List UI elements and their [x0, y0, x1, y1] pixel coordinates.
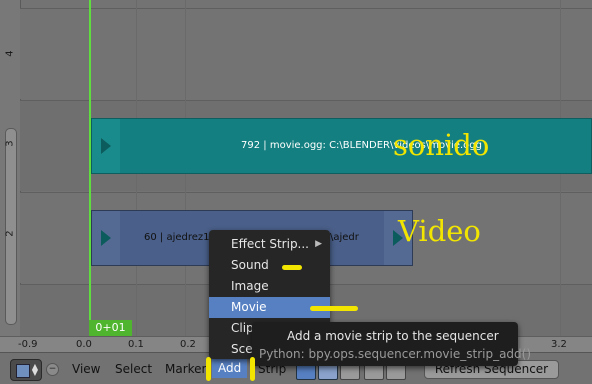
- menu-add[interactable]: Add: [212, 359, 248, 378]
- handwritten-annotation-video: Video: [398, 214, 481, 248]
- movie-strip-left-handle[interactable]: [92, 211, 120, 265]
- highlight-mark-sound: [282, 265, 302, 270]
- highlight-mark-add-right: [250, 357, 255, 381]
- channel-4[interactable]: [20, 8, 592, 99]
- channel-scrollbar[interactable]: 4 3 2: [0, 0, 21, 336]
- strip-handle-arrow-icon: [101, 230, 111, 246]
- tooltip: Add a movie strip to the sequencer Pytho…: [252, 322, 531, 366]
- menu-marker[interactable]: Marker: [165, 362, 206, 376]
- ruler-tick: 0.2: [180, 339, 196, 350]
- ruler-tick: 0.1: [128, 339, 144, 350]
- handwritten-annotation-sonido: sonido: [393, 128, 490, 162]
- add-menu-item-image[interactable]: Image: [209, 276, 330, 297]
- sound-strip-label: 792 | movie.ogg: C:\BLENDER\videos\movie…: [241, 140, 482, 151]
- channel-number-2: 2: [4, 230, 16, 237]
- sound-strip-left-handle[interactable]: [92, 119, 120, 173]
- movie-strip-label: 60 | ajedrez1: [144, 232, 210, 243]
- channel-divider: [20, 100, 592, 101]
- ruler-tick: 3.2: [551, 339, 567, 350]
- channel-divider: [20, 8, 592, 9]
- sequencer-editor-icon: [16, 364, 30, 378]
- editor-type-selector[interactable]: ▲ ▼: [10, 359, 42, 381]
- ruler-tick: 0.0: [76, 339, 92, 350]
- channel-number-3: 3: [4, 140, 16, 147]
- channel-number-4: 4: [4, 50, 16, 57]
- sound-strip[interactable]: 792 | movie.ogg: C:\BLENDER\videos\movie…: [91, 118, 592, 174]
- playhead[interactable]: [89, 0, 91, 336]
- collapse-menu-icon[interactable]: −: [46, 363, 59, 376]
- current-frame-badge[interactable]: 0+01: [89, 320, 132, 336]
- chevron-updown-icon: ▲ ▼: [31, 362, 38, 377]
- ruler-tick: -0.9: [18, 339, 38, 350]
- submenu-arrow-icon: ▶: [315, 239, 322, 249]
- menu-select[interactable]: Select: [115, 362, 152, 376]
- highlight-mark-add-left: [206, 357, 211, 381]
- strip-handle-arrow-icon: [101, 138, 111, 154]
- tooltip-python: Python: bpy.ops.sequencer.movie_strip_ad…: [259, 347, 532, 361]
- menu-view[interactable]: View: [72, 362, 100, 376]
- add-menu-item-sound[interactable]: Sound: [209, 255, 330, 276]
- tooltip-description: Add a movie strip to the sequencer: [287, 329, 499, 343]
- highlight-mark-movie: [310, 306, 358, 311]
- channel-divider: [20, 192, 592, 193]
- movie-strip-label-tail: \ajedr: [330, 232, 359, 243]
- add-menu-item-effect-strip[interactable]: Effect Strip... ▶: [209, 234, 330, 255]
